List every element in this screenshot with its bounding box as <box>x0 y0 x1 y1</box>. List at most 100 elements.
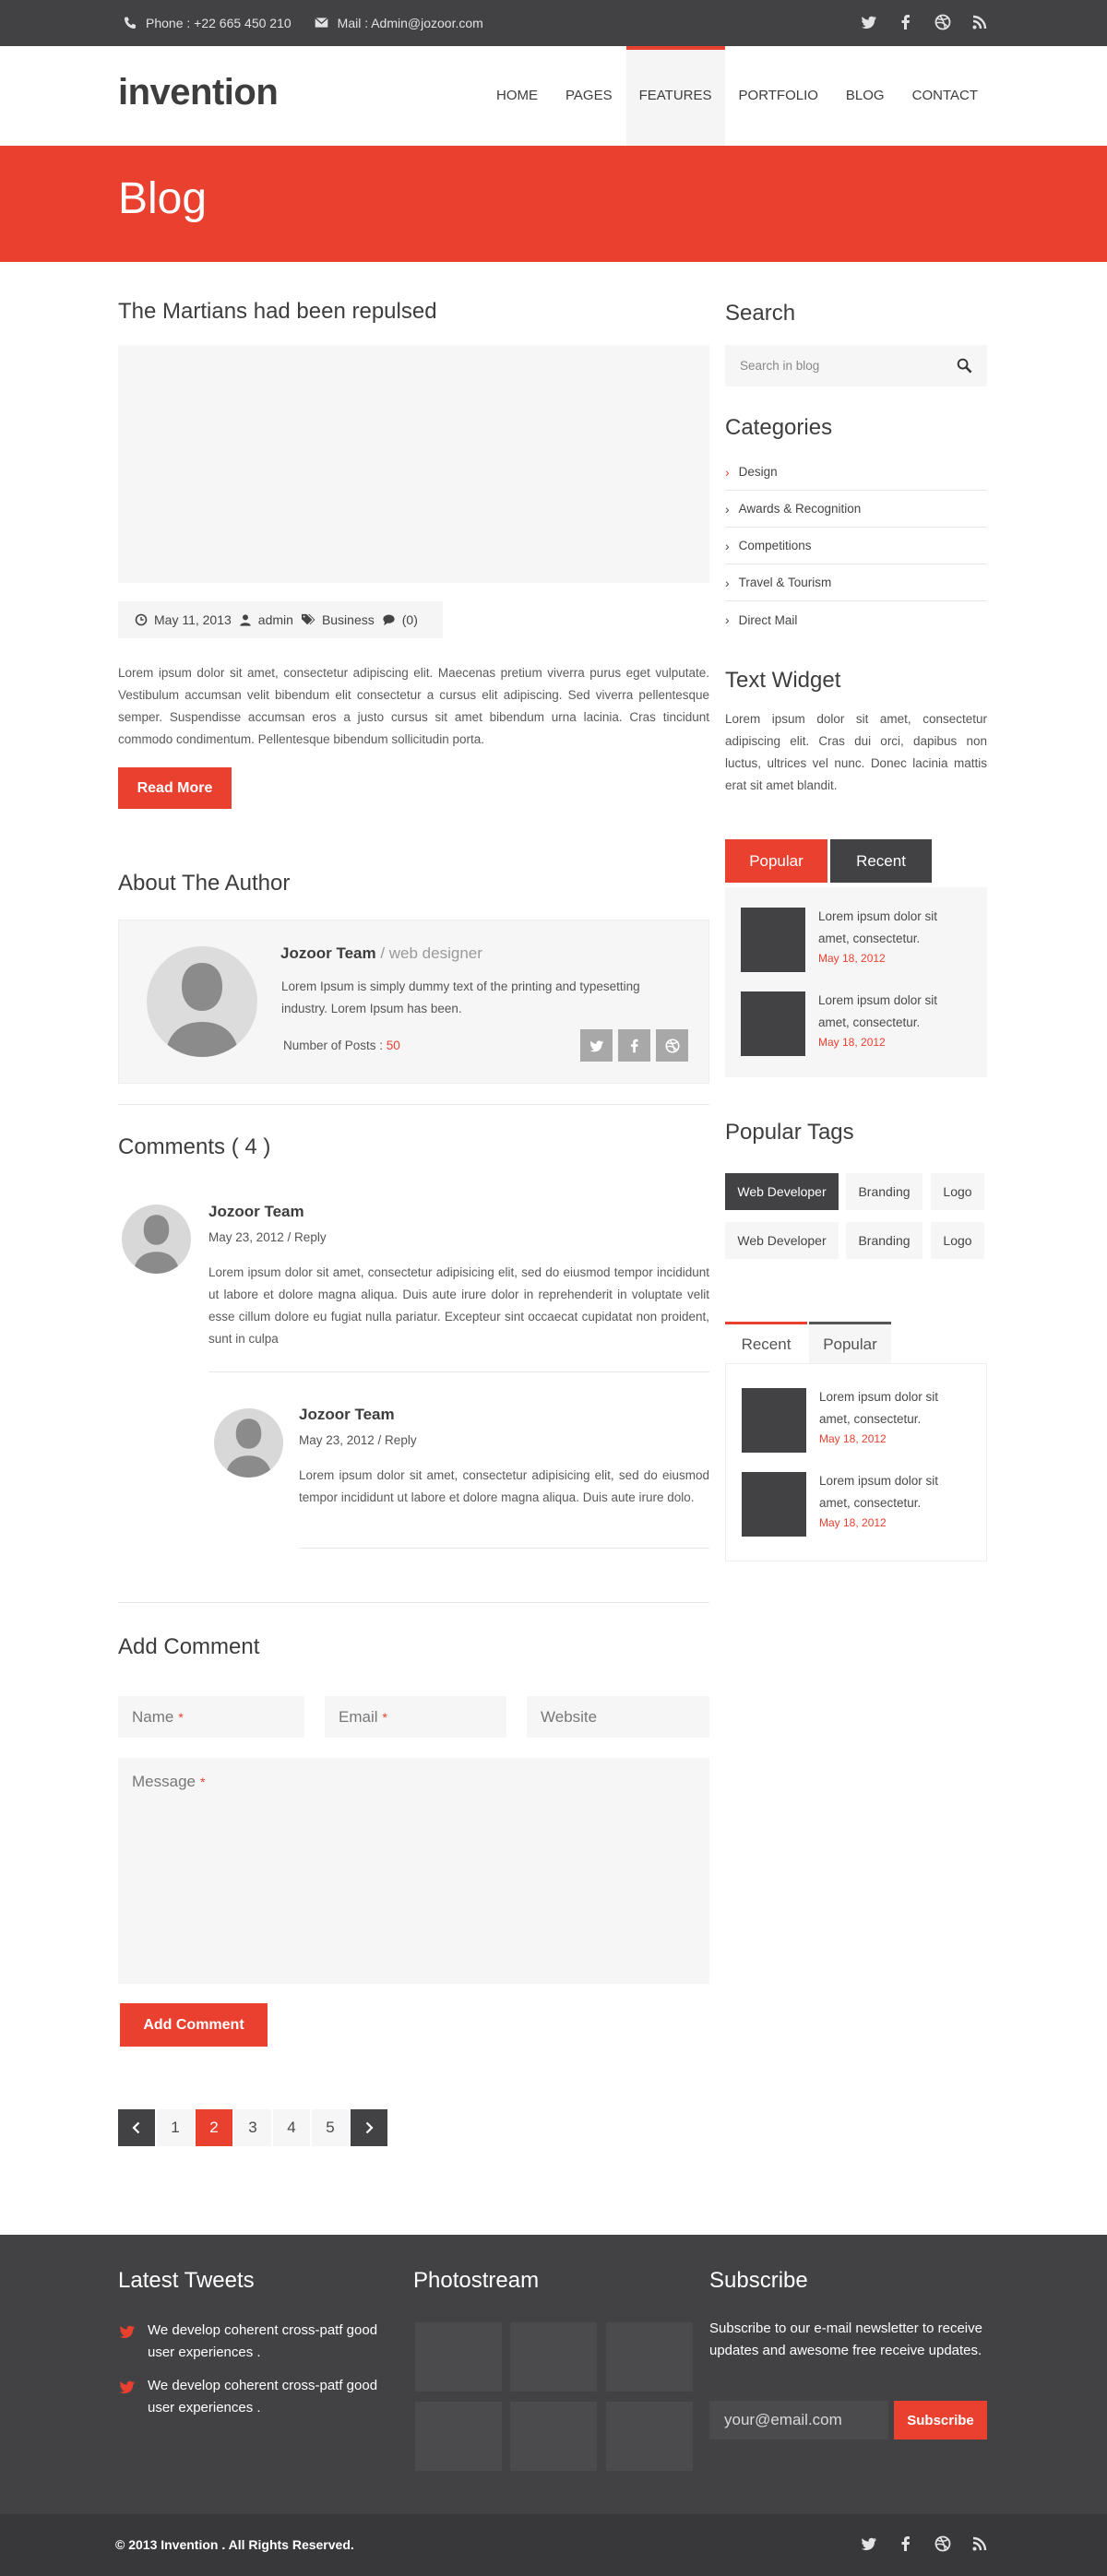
post-image <box>118 345 709 583</box>
email-placeholder: Email <box>339 1707 378 1726</box>
post-author-text: admin <box>257 612 293 627</box>
twitter-icon[interactable] <box>860 2534 878 2553</box>
dribbble-icon[interactable] <box>934 13 952 31</box>
rss-icon[interactable] <box>970 2534 989 2553</box>
add-comment-button[interactable]: Add Comment <box>120 2003 268 2047</box>
post-excerpt: Lorem ipsum dolor sit amet, consectetur. <box>818 909 938 945</box>
category-item[interactable]: › Design <box>725 454 987 491</box>
tab-recent[interactable]: Recent <box>830 839 932 883</box>
comment-author[interactable]: Jozoor Team <box>299 1406 395 1424</box>
tag-item[interactable]: Branding <box>846 1222 922 1259</box>
nav-blog[interactable]: BLOG <box>832 46 899 146</box>
tag-item[interactable]: Branding <box>846 1173 922 1210</box>
comment-text: Lorem ipsum dolor sit amet, consectetur … <box>299 1468 709 1504</box>
author-posts-count[interactable]: 50 <box>387 1039 400 1052</box>
prev-page-button[interactable] <box>118 2109 155 2146</box>
photo-thumbnail[interactable] <box>606 2402 693 2471</box>
recent-posts-panel: Lorem ipsum dolor sit amet, consectetur.… <box>725 1363 987 1561</box>
author-facebook-button[interactable] <box>618 1029 650 1062</box>
tag-item[interactable]: Logo <box>931 1173 984 1210</box>
author-posts: Number of Posts : 50 <box>283 1039 400 1052</box>
page-3[interactable]: 3 <box>234 2109 271 2146</box>
post-date: May 18, 2012 <box>819 1432 887 1445</box>
page-2[interactable]: 2 <box>196 2109 232 2146</box>
search-input[interactable]: Search in blog <box>725 345 987 386</box>
phone-info: Phone : +22 665 450 210 <box>123 16 292 30</box>
tab-popular-alt[interactable]: Popular <box>809 1322 891 1365</box>
photo-thumbnail[interactable] <box>606 2322 693 2392</box>
copyright: © 2013 Invention . All Rights Reserved. <box>115 2537 354 2552</box>
list-item[interactable]: Lorem ipsum dolor sit amet, consectetur.… <box>742 1472 972 1537</box>
page-4[interactable]: 4 <box>273 2109 310 2146</box>
post-title[interactable]: The Martians had been repulsed <box>118 299 437 325</box>
page-1[interactable]: 1 <box>157 2109 194 2146</box>
post-excerpt: Lorem ipsum dolor sit amet, consectetur. <box>819 1390 939 1426</box>
nav-contact[interactable]: CONTACT <box>899 46 992 146</box>
divider <box>118 1602 709 1603</box>
author-name[interactable]: Jozoor Team <box>280 944 376 962</box>
message-placeholder: Message <box>132 1773 196 1790</box>
photo-thumbnail[interactable] <box>415 2402 502 2471</box>
twitter-icon[interactable] <box>860 13 878 31</box>
comment-date[interactable]: May 23, 2012 / Reply <box>299 1433 417 1447</box>
dribbble-icon <box>664 1038 680 1053</box>
nav-features[interactable]: FEATURES <box>625 46 725 146</box>
avatar-placeholder-icon <box>133 1215 180 1274</box>
tag-item[interactable]: Web Developer <box>725 1222 839 1259</box>
subscribe-text: Subscribe to our e-mail newsletter to re… <box>709 2321 982 2358</box>
website-field[interactable]: Website <box>527 1696 709 1738</box>
search-title: Search <box>725 301 796 326</box>
list-item[interactable]: Lorem ipsum dolor sit amet, consectetur.… <box>741 991 971 1056</box>
comment-date[interactable]: May 23, 2012 / Reply <box>208 1230 327 1244</box>
post-author[interactable]: admin <box>239 612 293 627</box>
name-field[interactable]: Name * <box>118 1696 304 1738</box>
author-twitter-button[interactable] <box>580 1029 613 1062</box>
nav-pages[interactable]: PAGES <box>552 46 626 146</box>
bottom-social <box>860 2534 989 2553</box>
search-placeholder: Search in blog <box>740 359 820 373</box>
next-page-button[interactable] <box>351 2109 387 2146</box>
photo-thumbnail[interactable] <box>510 2402 597 2471</box>
photo-thumbnail[interactable] <box>415 2322 502 2392</box>
post-date: May 11, 2013 <box>135 612 232 627</box>
dribbble-icon[interactable] <box>934 2534 952 2553</box>
category-item[interactable]: › Travel & Tourism <box>725 564 987 601</box>
author-dribbble-button[interactable] <box>656 1029 688 1062</box>
email-field[interactable]: Email * <box>325 1696 506 1738</box>
twitter-bird-icon <box>119 2380 135 2394</box>
nav-portfolio[interactable]: PORTFOLIO <box>725 46 832 146</box>
read-more-button[interactable]: Read More <box>118 767 232 809</box>
add-comment-title: Add Comment <box>118 1634 260 1659</box>
comment-item: Jozoor Team May 23, 2012 / Reply Lorem i… <box>118 1199 709 1374</box>
photo-thumbnail[interactable] <box>510 2322 597 2392</box>
top-bar: Phone : +22 665 450 210 Mail : Admin@joz… <box>0 0 1107 46</box>
list-item[interactable]: Lorem ipsum dolor sit amet, consectetur.… <box>741 908 971 972</box>
tag-item[interactable]: Web Developer <box>725 1173 839 1210</box>
chevron-right-icon <box>365 2121 374 2134</box>
post-category[interactable]: Business <box>301 612 375 627</box>
tag-item[interactable]: Logo <box>931 1222 984 1259</box>
subscribe-button[interactable]: Subscribe <box>894 2401 987 2439</box>
subscribe-title: Subscribe <box>709 2268 808 2293</box>
category-label: Travel & Tourism <box>738 576 832 589</box>
chevron-left-icon <box>132 2121 140 2134</box>
message-field[interactable]: Message * <box>118 1758 709 1984</box>
post-thumbnail <box>741 991 805 1056</box>
logo[interactable]: invention <box>118 72 279 113</box>
list-item[interactable]: Lorem ipsum dolor sit amet, consectetur.… <box>742 1388 972 1453</box>
post-comments[interactable]: (0) <box>382 612 418 627</box>
email-input[interactable]: your@email.com <box>709 2401 888 2439</box>
author-social <box>580 1029 688 1062</box>
facebook-icon[interactable] <box>897 13 915 31</box>
tab-recent-alt[interactable]: Recent <box>725 1322 807 1365</box>
tab-popular[interactable]: Popular <box>725 839 827 883</box>
nav-home[interactable]: HOME <box>482 46 552 146</box>
category-item[interactable]: › Awards & Recognition <box>725 491 987 528</box>
search-icon[interactable] <box>957 358 972 374</box>
comment-author[interactable]: Jozoor Team <box>208 1203 304 1221</box>
facebook-icon[interactable] <box>897 2534 915 2553</box>
page-5[interactable]: 5 <box>312 2109 349 2146</box>
rss-icon[interactable] <box>970 13 989 31</box>
category-item[interactable]: › Competitions <box>725 528 987 564</box>
category-item[interactable]: › Direct Mail <box>725 601 987 638</box>
